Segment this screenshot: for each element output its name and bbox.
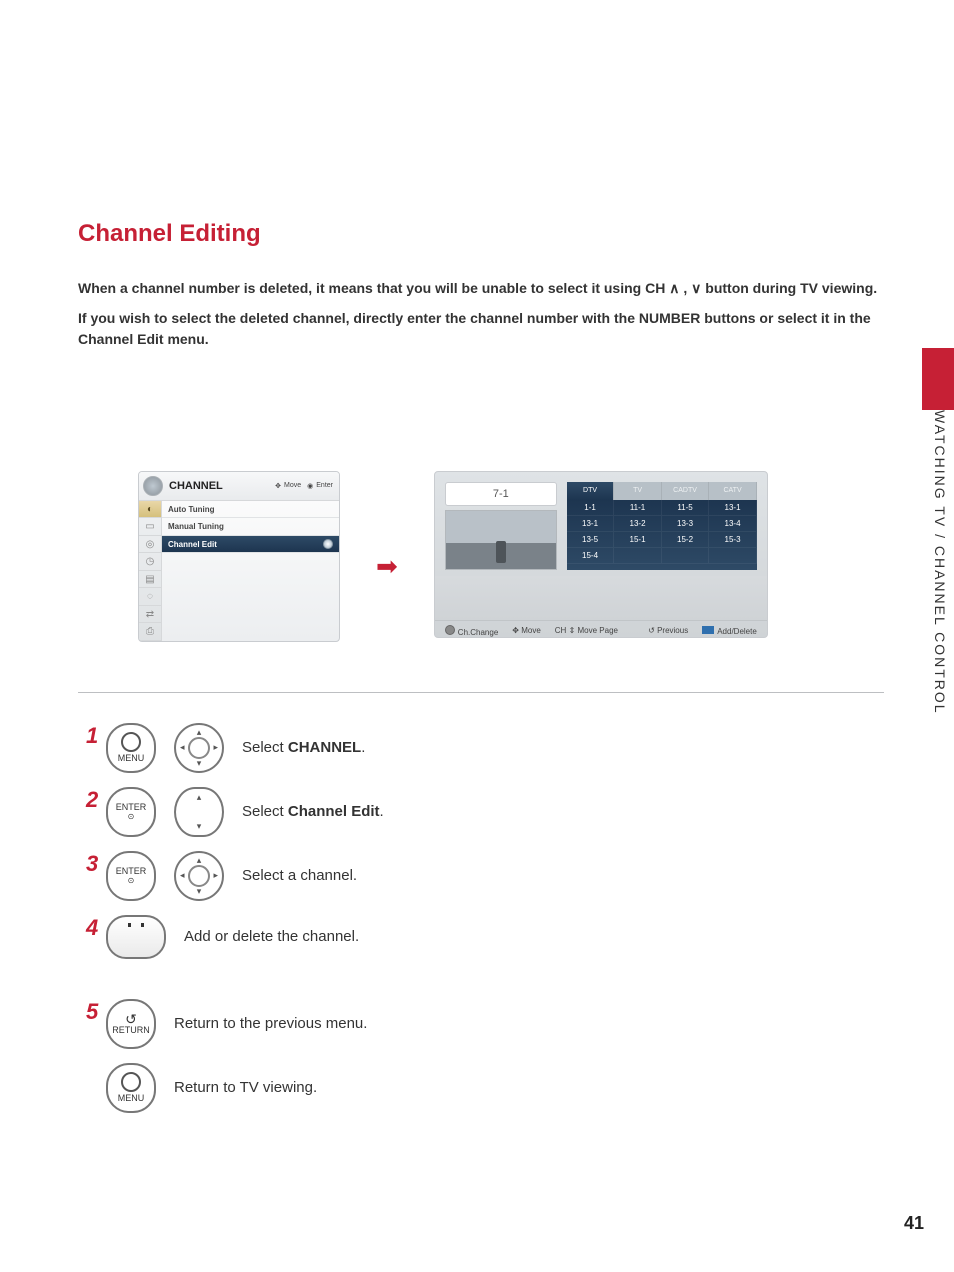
return-button[interactable]: ↺ RETURN	[106, 999, 156, 1049]
osd-tab-row: DTV TV CADTV CATV	[567, 482, 757, 500]
osd-item-manual-tuning[interactable]: Manual Tuning	[162, 518, 339, 536]
grid-cell[interactable]	[614, 548, 662, 564]
grid-cell[interactable]: 13-2	[614, 516, 662, 532]
osd-menu-header: CHANNEL ✥ Move ◉ Enter	[139, 472, 339, 501]
tab-dtv[interactable]: DTV	[567, 482, 615, 500]
osd-channel-menu: CHANNEL ✥ Move ◉ Enter ◐ ▭ ◎ ◷ ▤ ◌ ⇄ ⎙ A…	[138, 471, 340, 642]
blue-button[interactable]	[106, 915, 166, 959]
nav-icon-option[interactable]: ▤	[139, 571, 161, 589]
grid-cell[interactable]: 13-5	[567, 532, 615, 548]
globe-icon	[143, 476, 163, 496]
osd-nav-icons: ◐ ▭ ◎ ◷ ▤ ◌ ⇄ ⎙	[139, 501, 162, 641]
grid-cell[interactable]: 1-1	[567, 500, 615, 516]
dpad-4way[interactable]: ▴▾◂▸	[174, 723, 224, 773]
step-1: 1 MENU ▴▾◂▸ Select CHANNEL.	[86, 723, 884, 773]
menu-button[interactable]: MENU	[106, 1063, 156, 1113]
osd-tabs-area: DTV TV CADTV CATV 1-1 11-1 11-5 13-1 13-…	[567, 482, 757, 570]
osd-item-channel-edit[interactable]: Channel Edit	[162, 536, 339, 554]
osd-menu-title: CHANNEL	[169, 480, 269, 492]
osd-item-auto-tuning[interactable]: Auto Tuning	[162, 501, 339, 519]
grid-cell[interactable]: 11-1	[614, 500, 662, 516]
foot-previous: ↺ Previous	[648, 626, 688, 635]
step-4: 4 Add or delete the channel.	[86, 915, 884, 959]
nav-icon-input[interactable]: ⇄	[139, 606, 161, 624]
step-text: Select CHANNEL.	[242, 739, 365, 756]
osd-hint-move: ✥ Move	[275, 482, 301, 490]
nav-icon-usb[interactable]: ⎙	[139, 623, 161, 641]
intro-p2: If you wish to select the deleted channe…	[78, 308, 884, 349]
channel-indicator: 7-1	[445, 482, 557, 506]
dpad-4way[interactable]: ▴▾◂▸	[174, 851, 224, 901]
dpad-updown[interactable]: ▴▾	[174, 787, 224, 837]
foot-adddelete: Add/Delete	[702, 626, 757, 636]
grid-cell[interactable]: 11-5	[662, 500, 710, 516]
osd-footer: Ch.Change ✥ Move CH ⇕ Move Page ↺ Previo…	[435, 620, 767, 637]
grid-cell[interactable]: 15-2	[662, 532, 710, 548]
step-3: 3 ENTER ⊙ ▴▾◂▸ Select a channel.	[86, 851, 884, 901]
step-text: Select Channel Edit.	[242, 803, 384, 820]
step-2: 2 ENTER ⊙ ▴▾ Select Channel Edit.	[86, 787, 884, 837]
step-number: 1	[86, 723, 98, 749]
tab-cadtv[interactable]: CADTV	[662, 482, 710, 500]
tab-tv[interactable]: TV	[614, 482, 662, 500]
osd-channel-grid: 1-1 11-1 11-5 13-1 13-1 13-2 13-3 13-4 1…	[567, 500, 757, 570]
grid-cell[interactable]: 13-1	[567, 516, 615, 532]
nav-icon-lock[interactable]: ◌	[139, 588, 161, 606]
nav-icon-picture[interactable]: ▭	[139, 518, 161, 536]
page: Channel Editing When a channel number is…	[0, 0, 954, 1113]
step-text: Select a channel.	[242, 867, 357, 884]
grid-cell[interactable]: 15-4	[567, 548, 615, 564]
step-text: Return to TV viewing.	[174, 1079, 317, 1096]
grid-cell[interactable]: 13-4	[709, 516, 757, 532]
foot-chchange: Ch.Change	[445, 625, 498, 637]
osd-bottom-spacer	[435, 576, 767, 620]
menu-button[interactable]: MENU	[106, 723, 156, 773]
page-number: 41	[904, 1213, 924, 1234]
nav-icon-time[interactable]: ◷	[139, 553, 161, 571]
step-6: MENU Return to TV viewing.	[86, 1063, 884, 1113]
pause-icon	[128, 923, 144, 927]
grid-cell[interactable]	[662, 548, 710, 564]
step-5: 5 ↺ RETURN Return to the previous menu.	[86, 999, 884, 1049]
grid-cell[interactable]: 13-3	[662, 516, 710, 532]
osd-preview: 7-1	[445, 482, 557, 570]
osd-blank	[162, 553, 339, 619]
foot-movepage: CH ⇕ Move Page	[555, 626, 618, 635]
step-number: 4	[86, 915, 98, 941]
osd-channel-edit-screen: 7-1 DTV TV CADTV CATV 1-1 11-1 11-5 13-1	[434, 471, 768, 638]
step-number: 5	[86, 999, 98, 1025]
section-label: WATCHING TV / CHANNEL CONTROL	[932, 410, 948, 715]
arrow-icon: ➡	[376, 551, 398, 582]
divider	[78, 692, 884, 693]
enter-button[interactable]: ENTER ⊙	[106, 851, 156, 901]
enter-button[interactable]: ENTER ⊙	[106, 787, 156, 837]
osd-row: CHANNEL ✥ Move ◉ Enter ◐ ▭ ◎ ◷ ▤ ◌ ⇄ ⎙ A…	[78, 471, 884, 642]
nav-icon-audio[interactable]: ◎	[139, 536, 161, 554]
steps: 1 MENU ▴▾◂▸ Select CHANNEL. 2 ENTER ⊙	[86, 723, 884, 1113]
step-text: Add or delete the channel.	[184, 928, 359, 945]
grid-cell[interactable]: 15-3	[709, 532, 757, 548]
section-tab	[922, 348, 954, 410]
intro-text: When a channel number is deleted, it mea…	[78, 278, 884, 349]
intro-p1: When a channel number is deleted, it mea…	[78, 278, 884, 298]
osd-hint-enter: ◉ Enter	[307, 482, 333, 490]
foot-move: ✥ Move	[512, 626, 541, 635]
tab-catv[interactable]: CATV	[709, 482, 757, 500]
step-text: Return to the previous menu.	[174, 1015, 367, 1032]
preview-thumbnail	[445, 510, 557, 570]
step-number: 2	[86, 787, 98, 813]
grid-cell[interactable]: 15-1	[614, 532, 662, 548]
osd-menu-list: Auto Tuning Manual Tuning Channel Edit	[162, 501, 339, 641]
page-title: Channel Editing	[78, 220, 884, 248]
grid-cell[interactable]: 13-1	[709, 500, 757, 516]
step-number: 3	[86, 851, 98, 877]
grid-cell[interactable]	[709, 548, 757, 564]
nav-icon-channel[interactable]: ◐	[139, 501, 161, 519]
